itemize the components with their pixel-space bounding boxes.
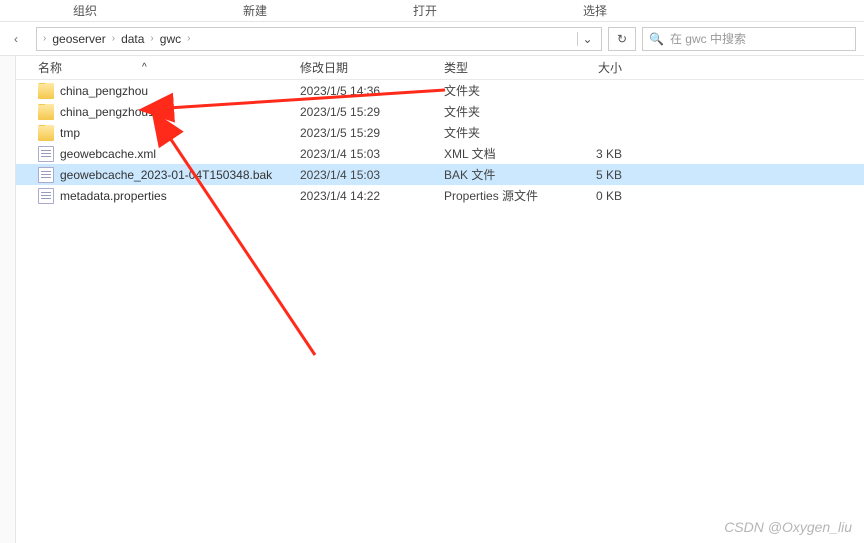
cell-type: XML 文档: [444, 145, 568, 162]
cell-name: geowebcache_2023-01-04T150348.bak: [38, 167, 300, 183]
table-row[interactable]: tmp2023/1/5 15:29文件夹: [16, 122, 864, 143]
watermark: CSDN @Oxygen_liu: [724, 519, 852, 535]
cell-date: 2023/1/5 15:29: [300, 126, 444, 140]
chevron-right-icon: ›: [110, 33, 117, 44]
column-headers: 名称 ^ 修改日期 类型 大小: [16, 56, 864, 80]
cell-name: china_pengzhou: [38, 83, 300, 99]
cell-name: tmp: [38, 125, 300, 141]
menu-open[interactable]: 打开: [340, 2, 510, 19]
search-icon: 🔍: [649, 32, 664, 46]
cell-type: 文件夹: [444, 124, 568, 141]
table-row[interactable]: geowebcache.xml2023/1/4 15:03XML 文档3 KB: [16, 143, 864, 164]
table-row[interactable]: metadata.properties2023/1/4 14:22Propert…: [16, 185, 864, 206]
menu-organize[interactable]: 组织: [0, 2, 170, 19]
table-row[interactable]: geowebcache_2023-01-04T150348.bak2023/1/…: [16, 164, 864, 185]
cell-date: 2023/1/4 15:03: [300, 147, 444, 161]
search-placeholder: 在 gwc 中搜索: [670, 30, 746, 47]
table-row[interactable]: china_pengzhou12023/1/5 15:29文件夹: [16, 101, 864, 122]
cell-date: 2023/1/4 14:22: [300, 189, 444, 203]
cell-type: 文件夹: [444, 103, 568, 120]
breadcrumb-item[interactable]: data: [117, 32, 148, 46]
cell-name: china_pengzhou1: [38, 104, 300, 120]
cell-type: BAK 文件: [444, 166, 568, 183]
table-row[interactable]: china_pengzhou2023/1/5 14:36文件夹: [16, 80, 864, 101]
folder-icon: [38, 83, 54, 99]
cell-size: 0 KB: [568, 189, 628, 203]
cell-type: Properties 源文件: [444, 187, 568, 204]
menu-select[interactable]: 选择: [510, 2, 680, 19]
file-icon: [38, 167, 54, 183]
address-bar: ‹ › geoserver › data › gwc › ⌄ ↻ 🔍 在 gwc…: [0, 22, 864, 56]
file-list: 名称 ^ 修改日期 类型 大小 china_pengzhou2023/1/5 1…: [16, 56, 864, 543]
column-name-label: 名称: [38, 59, 62, 76]
menu-new[interactable]: 新建: [170, 2, 340, 19]
file-icon: [38, 146, 54, 162]
cell-type: 文件夹: [444, 82, 568, 99]
file-icon: [38, 188, 54, 204]
chevron-right-icon: ›: [148, 33, 155, 44]
refresh-button[interactable]: ↻: [608, 27, 636, 51]
cell-date: 2023/1/4 15:03: [300, 168, 444, 182]
cell-date: 2023/1/5 15:29: [300, 105, 444, 119]
cell-size: 5 KB: [568, 168, 628, 182]
nav-pane[interactable]: [0, 56, 16, 543]
cell-name: metadata.properties: [38, 188, 300, 204]
column-size[interactable]: 大小: [568, 59, 628, 76]
folder-icon: [38, 125, 54, 141]
breadcrumb-item[interactable]: geoserver: [48, 32, 109, 46]
sort-asc-icon: ^: [142, 62, 147, 73]
folder-icon: [38, 104, 54, 120]
cell-date: 2023/1/5 14:36: [300, 84, 444, 98]
chevron-right-icon: ›: [41, 33, 48, 44]
breadcrumb-dropdown[interactable]: ⌄: [577, 32, 597, 46]
column-name[interactable]: 名称 ^: [38, 59, 300, 76]
breadcrumb[interactable]: › geoserver › data › gwc › ⌄: [36, 27, 602, 51]
column-type[interactable]: 类型: [444, 59, 568, 76]
menu-bar: 组织 新建 打开 选择: [0, 0, 864, 22]
chevron-right-icon: ›: [185, 33, 192, 44]
breadcrumb-item[interactable]: gwc: [156, 32, 185, 46]
cell-size: 3 KB: [568, 147, 628, 161]
nav-back-button[interactable]: ‹: [2, 25, 30, 53]
column-date[interactable]: 修改日期: [300, 59, 444, 76]
cell-name: geowebcache.xml: [38, 146, 300, 162]
search-input[interactable]: 🔍 在 gwc 中搜索: [642, 27, 856, 51]
